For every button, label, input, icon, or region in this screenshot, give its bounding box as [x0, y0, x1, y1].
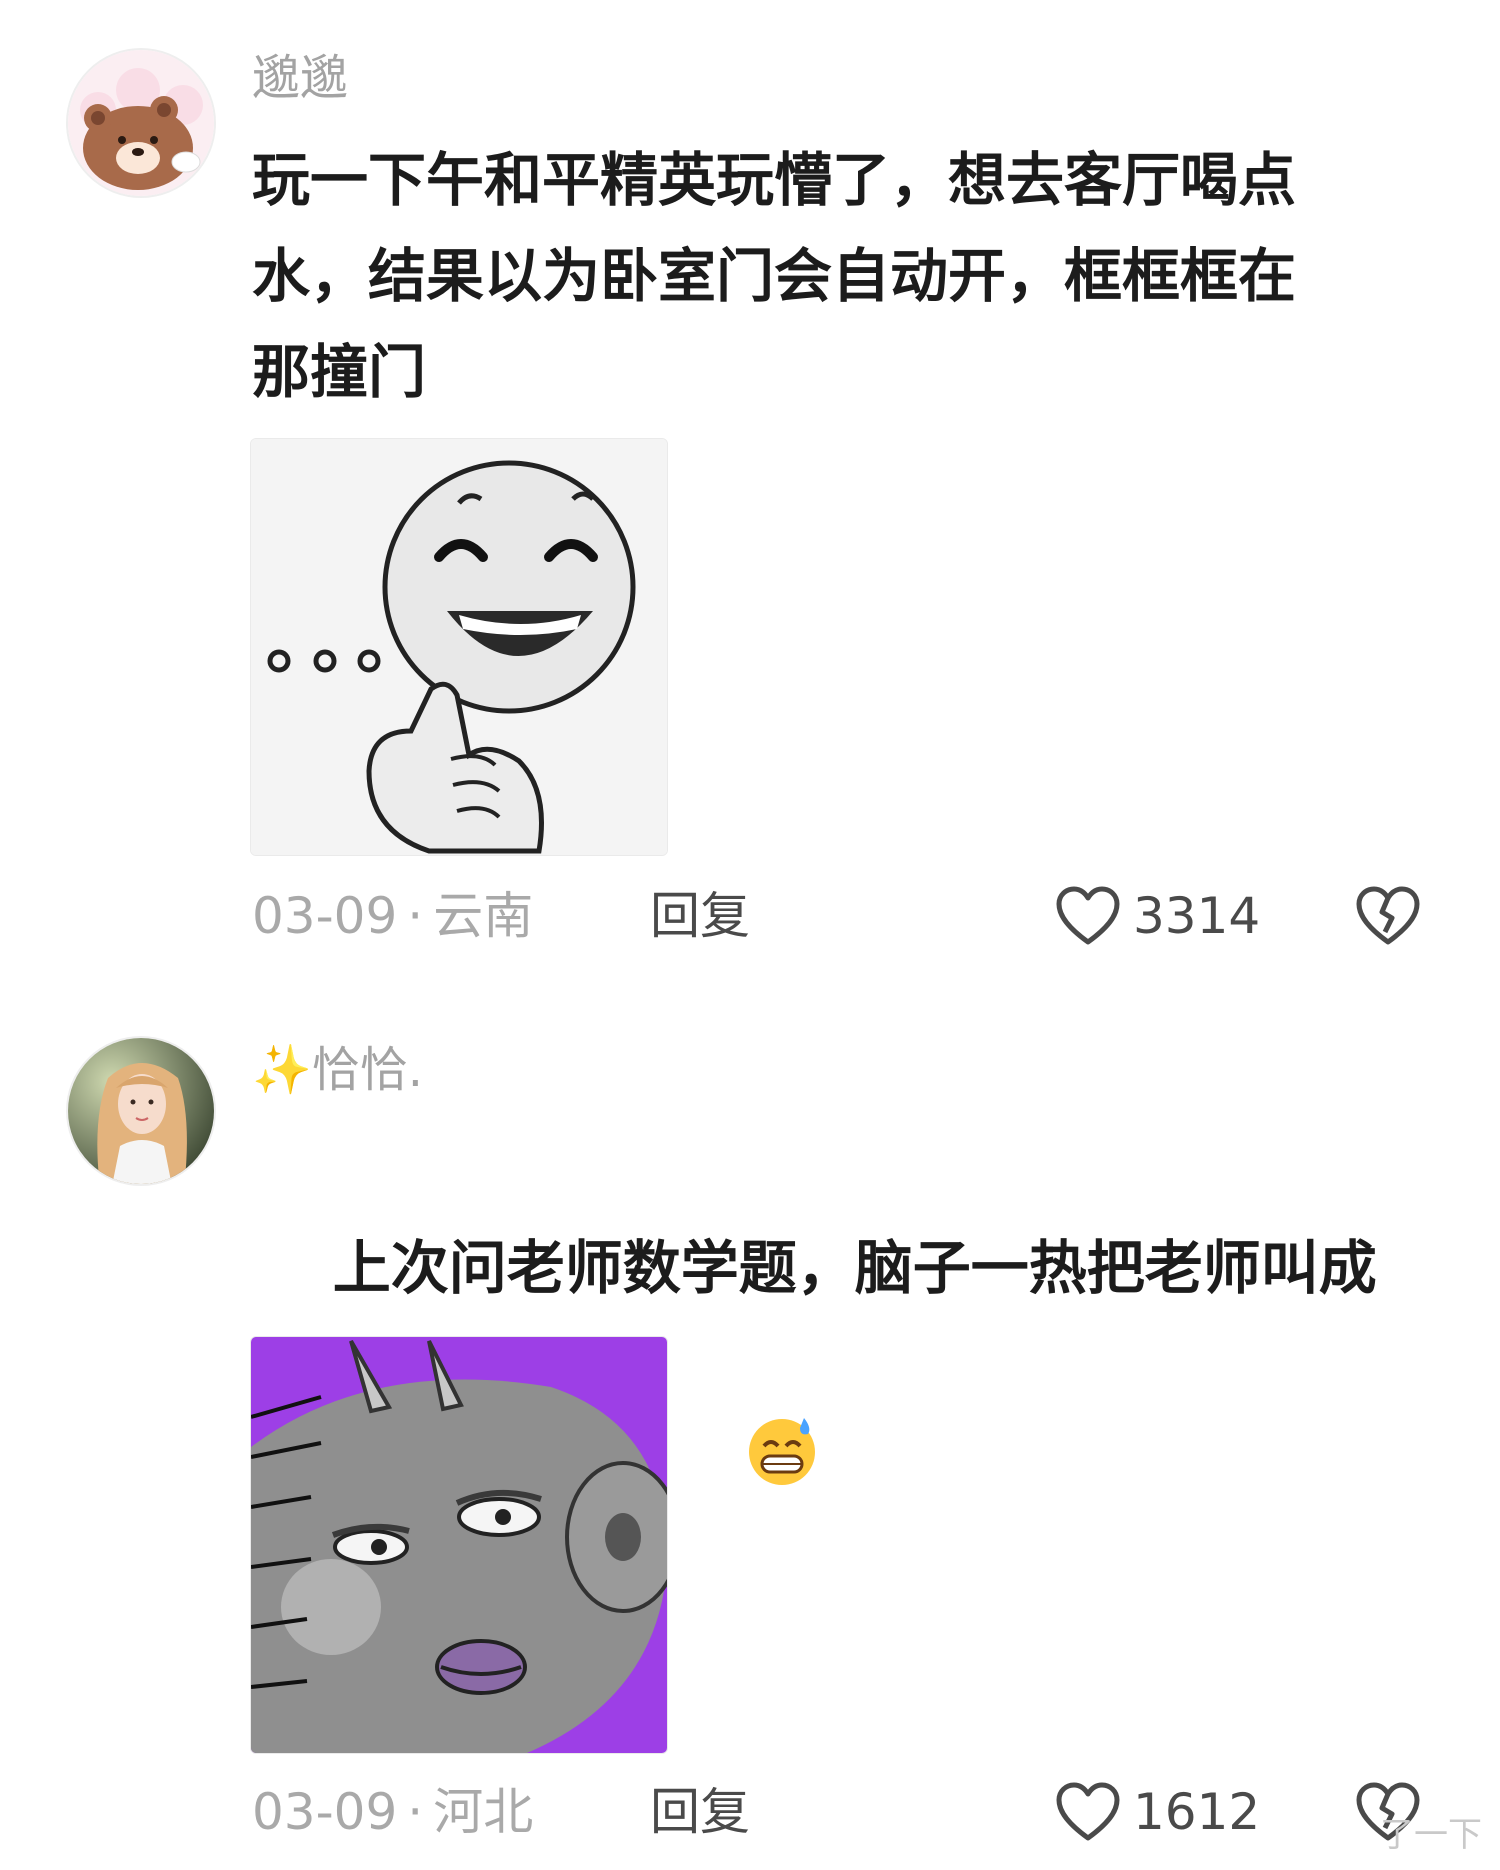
watermark: 了一下: [1380, 1815, 1482, 1855]
separator: ·: [407, 1783, 424, 1841]
username[interactable]: ✨恰恰.: [252, 1042, 423, 1098]
comment-location: 河北: [433, 1783, 534, 1841]
comment-item-2: ✨恰恰. 上次问老师数学题，脑子一热把老师叫成 老公了: [0, 0, 1500, 1870]
peppa-dad-meme: [251, 1337, 667, 1753]
comment-date: 03-09: [252, 1783, 398, 1841]
reply-button[interactable]: 回复: [650, 1782, 750, 1842]
heart-icon[interactable]: [1055, 1782, 1121, 1842]
meme-image[interactable]: [250, 1336, 668, 1754]
like-count: 1612: [1133, 1783, 1261, 1841]
sparkles-icon: ✨: [252, 1042, 312, 1098]
girl-portrait-avatar: [68, 1038, 214, 1184]
user-avatar[interactable]: [66, 1036, 216, 1186]
comment-meta: 03-09 · 河北: [252, 1782, 533, 1842]
